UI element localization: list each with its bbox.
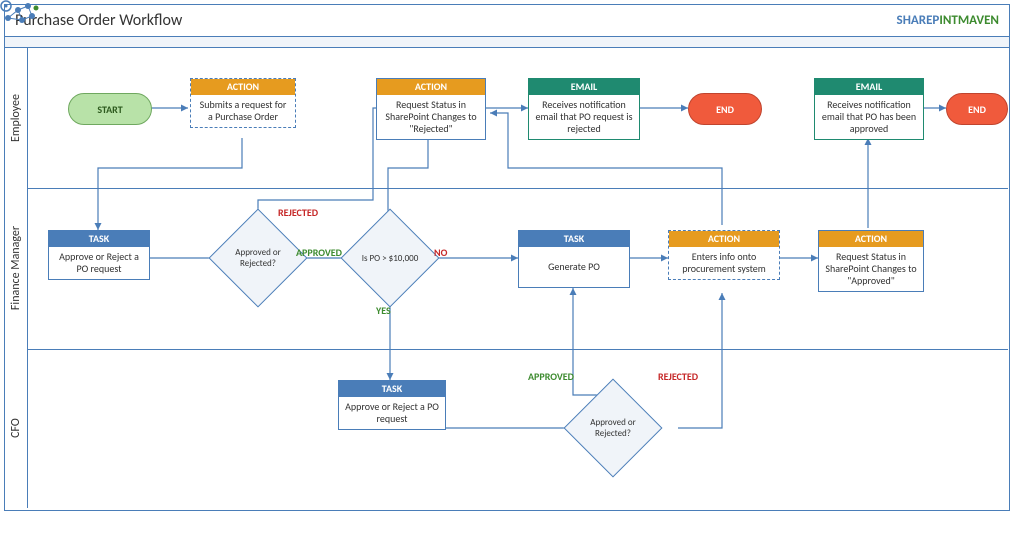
diagram-title: Purchase Order Workflow (15, 11, 182, 30)
task-generate-po: TASKGenerate PO (518, 230, 630, 288)
email-approved: EMAILReceives notification email that PO… (814, 78, 924, 140)
task-approve-reject-1: TASKApprove or Reject a PO request (48, 230, 150, 280)
title-bar: Purchase Order Workflow SHAREPINTMAVEN (5, 5, 1009, 37)
decision-approved-rejected-1: Approved or Rejected? (223, 223, 293, 293)
decision-po-amount: Is PO > $10,000 (355, 223, 425, 293)
end-node-2: END (946, 93, 1008, 125)
label-rejected-1: REJECTED (278, 206, 318, 219)
task-cfo-approve-reject: TASKApprove or Reject a PO request (338, 380, 446, 430)
end-node-1: END (688, 93, 762, 125)
lane-label-finance: Finance Manager (9, 226, 23, 310)
action-status-rejected: ACTIONRequest Status in SharePoint Chang… (376, 78, 486, 140)
label-approved-2: APPROVED (528, 370, 574, 383)
label-no: NO (434, 246, 447, 259)
lane-cfo (28, 350, 1008, 510)
label-yes: YES (376, 304, 391, 317)
label-rejected-2: REJECTED (658, 370, 698, 383)
action-procurement-system: ACTIONEnters info onto procurement syste… (668, 230, 780, 280)
lane-label-cfo: CFO (9, 418, 23, 438)
email-rejected: EMAILReceives notification email that PO… (528, 78, 640, 140)
start-node: START (68, 93, 152, 125)
logo: SHAREPINTMAVEN (897, 13, 999, 28)
label-approved-1: APPROVED (296, 246, 342, 259)
swimlanes: Employee Finance Manager CFO (5, 48, 1009, 510)
header-spacer (5, 37, 1009, 48)
diagram-frame: Purchase Order Workflow SHAREPINTMAVEN E… (4, 4, 1010, 511)
lane-label-employee: Employee (9, 94, 23, 142)
canvas: START ACTIONSubmits a request for a Purc… (28, 48, 1008, 510)
action-submit-request: ACTIONSubmits a request for a Purchase O… (190, 78, 296, 128)
action-status-approved: ACTIONRequest Status in SharePoint Chang… (818, 230, 924, 292)
decision-cfo-approved-rejected: Approved or Rejected? (578, 393, 648, 463)
